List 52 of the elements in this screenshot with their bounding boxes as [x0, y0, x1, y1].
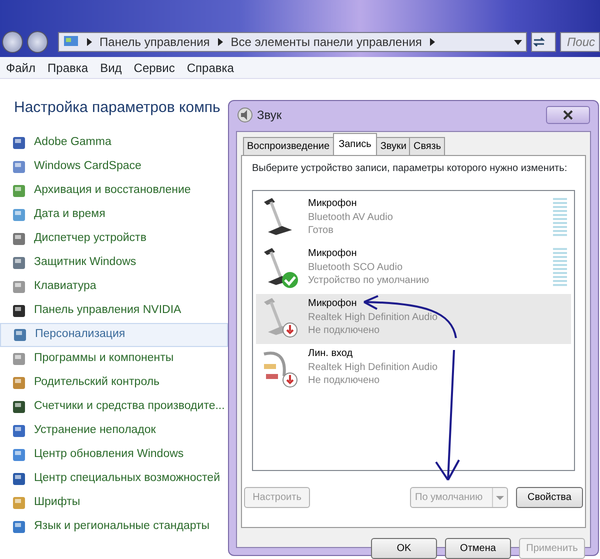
- address-bar[interactable]: Панель управления Все элементы панели управления: [58, 32, 528, 52]
- control-panel-item[interactable]: Windows CardSpace: [0, 155, 228, 179]
- control-panel-item[interactable]: Панель управления NVIDIA: [0, 299, 228, 323]
- device-name: Микрофон: [308, 247, 358, 261]
- control-panel-item[interactable]: Дата и время: [0, 203, 228, 227]
- control-panel-item[interactable]: Защитник Windows: [0, 251, 228, 275]
- device-name: Лин. вход: [308, 347, 354, 361]
- control-panel-item[interactable]: Устранение неполадок: [0, 419, 228, 443]
- cancel-button[interactable]: Отмена: [445, 538, 511, 559]
- breadcrumb-item[interactable]: Панель управления: [100, 33, 210, 51]
- tab[interactable]: Связь: [409, 137, 446, 155]
- device-driver: Realtek High Definition Audio: [308, 311, 438, 324]
- device-driver: Realtek High Definition Audio: [308, 361, 438, 374]
- control-panel-item[interactable]: Клавиатура: [0, 275, 228, 299]
- control-panel-item[interactable]: Центр обновления Windows: [0, 443, 228, 467]
- tab[interactable]: Воспроизведение: [243, 137, 334, 155]
- device-row[interactable]: Микрофон Realtek High Definition Audio Не подключено: [256, 294, 571, 344]
- device-status: Устройство по умолчанию: [308, 274, 429, 287]
- control-panel-item[interactable]: Язык и региональные стандарты: [0, 515, 228, 539]
- control-panel-item[interactable]: Персонализация: [0, 323, 228, 347]
- control-panel-item[interactable]: Adobe Gamma: [0, 131, 228, 155]
- properties-button[interactable]: Свойства: [516, 487, 583, 508]
- control-panel-item[interactable]: Диспетчер устройств: [0, 227, 228, 251]
- device-driver: Bluetooth AV Audio: [308, 211, 393, 224]
- menu-item[interactable]: Вид: [94, 58, 128, 76]
- breadcrumb-item[interactable]: Все элементы панели управления: [230, 33, 422, 51]
- device-status: Не подключено: [308, 374, 381, 387]
- device-status: Не подключено: [308, 324, 381, 337]
- prompt-text: Выберите устройство записи, параметры которого нужно изменить:: [252, 162, 568, 176]
- page-heading: Настройка параметров компь: [14, 99, 220, 116]
- device-driver: Bluetooth SCO Audio: [308, 261, 404, 274]
- device-name: Микрофон: [308, 297, 358, 311]
- control-panel-item[interactable]: Программы и компоненты: [0, 347, 228, 371]
- menu-item[interactable]: Сервис: [128, 58, 181, 76]
- tab[interactable]: Запись: [332, 133, 378, 155]
- menu-item[interactable]: Правка: [42, 58, 94, 76]
- control-panel-item[interactable]: Счетчики и средства производите...: [0, 395, 228, 419]
- device-row[interactable]: Лин. вход Realtek High Definition Audio Не подключено: [256, 344, 571, 394]
- menu-item[interactable]: Справка: [180, 58, 240, 76]
- ok-button[interactable]: OK: [371, 538, 437, 559]
- tab[interactable]: Звуки: [376, 137, 410, 155]
- control-panel-item[interactable]: Шрифты: [0, 491, 228, 515]
- control-panel-item[interactable]: Центр специальных возможностей: [0, 467, 228, 491]
- dialog-title: Звук: [257, 107, 282, 124]
- control-panel-item[interactable]: Родительский контроль: [0, 371, 228, 395]
- menu-item[interactable]: Файл: [0, 58, 42, 76]
- search-field[interactable]: Поис: [560, 32, 600, 52]
- device-status: Готов: [308, 224, 334, 237]
- device-row[interactable]: Микрофон Bluetooth SCO Audio Устройство по умолчанию: [256, 244, 571, 294]
- control-panel-item[interactable]: Архивация и восстановление: [0, 179, 228, 203]
- device-name: Микрофон: [308, 197, 358, 211]
- device-row[interactable]: Микрофон Bluetooth AV Audio Готов: [256, 194, 571, 244]
